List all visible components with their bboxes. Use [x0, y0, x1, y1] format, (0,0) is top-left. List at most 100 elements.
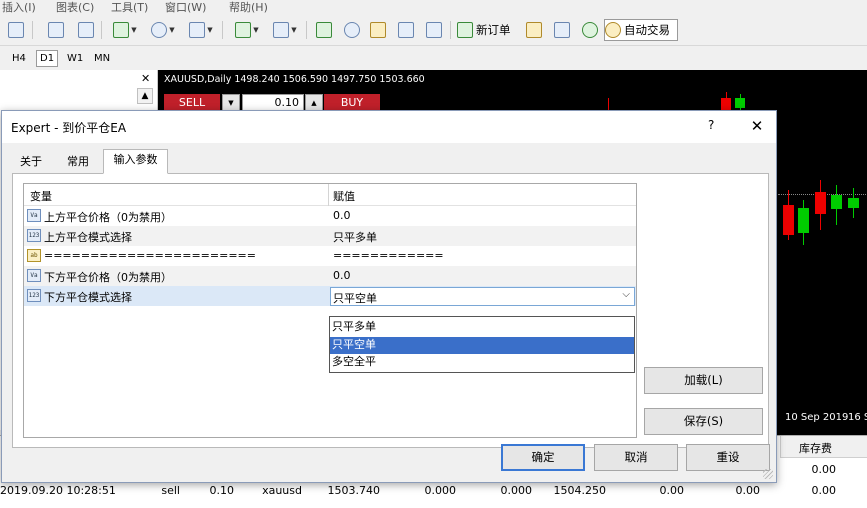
chart-title: XAUUSD,Daily 1498.240 1506.590 1497.750 … [164, 74, 425, 85]
terminal-header-swap[interactable]: 库存费 [780, 436, 867, 458]
favorites-button[interactable] [366, 19, 390, 41]
timeframe-d1[interactable]: D1 [36, 50, 59, 67]
signals-button[interactable] [578, 19, 602, 41]
param-name: 上方平仓价格（0为禁用） [44, 211, 172, 224]
param-value[interactable]: 只平多单 [333, 229, 377, 245]
clock-icon [151, 22, 168, 38]
menu-help[interactable]: 帮助(H) [229, 0, 268, 14]
ok-button[interactable]: 确定 [501, 444, 585, 471]
strategy-tester-button[interactable] [422, 19, 446, 41]
new-window-button[interactable]: ▼ [230, 19, 264, 41]
mode-select-value: 只平空单 [333, 292, 377, 305]
signal-icon [582, 22, 598, 38]
tab-inputs[interactable]: 输入参数 [103, 149, 168, 174]
account-button[interactable] [550, 19, 574, 41]
profiles-button[interactable] [4, 19, 28, 41]
horizontal-line-icon [78, 22, 94, 38]
param-value[interactable]: 0.0 [333, 209, 351, 222]
table-row[interactable]: ab ======================= ============ [24, 246, 636, 266]
magnifier-icon [426, 22, 442, 38]
new-order-button[interactable]: 新订单 [456, 19, 518, 41]
grid-header: 变量 赋值 [24, 184, 636, 206]
column-variable[interactable]: 变量 [30, 188, 52, 204]
table-row[interactable]: 123 上方平仓模式选择 只平多单 [24, 226, 636, 246]
mode-select[interactable]: 只平空单 ⌵ [330, 287, 635, 306]
vertical-line-icon [48, 22, 64, 38]
string-param-icon: ab [27, 249, 41, 262]
close-icon[interactable]: ✕ [745, 114, 769, 138]
windows-icon [273, 22, 290, 38]
save-button[interactable]: 保存(S) [644, 408, 763, 435]
auto-trading-button[interactable]: 自动交易 [604, 19, 678, 41]
param-name: 上方平仓模式选择 [44, 231, 132, 244]
navigator-button[interactable] [340, 19, 364, 41]
dropdown-option[interactable]: 只平多单 [330, 319, 634, 336]
order-type: sell [161, 484, 180, 497]
candle [848, 198, 859, 208]
menu-bar: 插入(I) 图表(C) 工具(T) 窗口(W) 帮助(H) [0, 0, 867, 14]
order-price: 1503.740 [327, 484, 381, 497]
dropdown-option-highlighted[interactable]: 只平空单 [330, 337, 634, 354]
param-value[interactable]: 0.0 [333, 269, 351, 282]
inputs-grid: 变量 赋值 Va 上方平仓价格（0为禁用） 0.0 123 上方平仓模式选择 只… [23, 183, 637, 438]
chevron-down-icon[interactable]: ⌵ [622, 289, 630, 300]
chart-bars-icon [8, 22, 24, 38]
market-watch-button[interactable] [312, 19, 336, 41]
new-chart-icon [235, 22, 252, 38]
cancel-button[interactable]: 取消 [594, 444, 678, 471]
resize-grip[interactable] [763, 469, 773, 479]
column-value[interactable]: 赋值 [333, 188, 355, 204]
chart-date-label: 16 S [848, 412, 867, 423]
new-order-icon [457, 22, 473, 38]
terminal-icon [398, 22, 414, 38]
star-icon [370, 22, 386, 38]
menu-charts[interactable]: 图表(C) [56, 0, 94, 14]
order-symbol: xauusd [262, 484, 302, 497]
order-commission: 0.00 [659, 484, 685, 497]
crosshair-button[interactable] [44, 19, 68, 41]
table-row-selected[interactable]: 123 下方平仓模式选择 只平空单 ⌵ [24, 286, 636, 306]
timeframe-w1[interactable]: W1 [63, 50, 87, 67]
navigator-close-icon[interactable]: ✕ [141, 72, 150, 85]
navigator-icon [344, 22, 360, 38]
mode-dropdown-list: 只平多单 只平空单 多空全平 [329, 316, 635, 373]
terminal-button[interactable] [394, 19, 418, 41]
menu-insert[interactable]: 插入(I) [2, 0, 36, 14]
tab-about[interactable]: 关于 [14, 151, 48, 173]
add-indicator-icon [113, 22, 130, 38]
window-arrange-button[interactable]: ▼ [268, 19, 302, 41]
tab-common[interactable]: 常用 [58, 151, 98, 173]
templates-button[interactable]: ▼ [184, 19, 218, 41]
reset-button[interactable]: 重设 [686, 444, 770, 471]
table-row[interactable]: Va 上方平仓价格（0为禁用） 0.0 [24, 206, 636, 226]
expert-dialog: Expert - 到价平仓EA ? ✕ 关于 常用 输入参数 变量 赋值 Va … [1, 110, 777, 483]
load-button[interactable]: 加载(L) [644, 367, 763, 394]
timeframe-h4[interactable]: H4 [8, 50, 30, 67]
order-profit: 0.00 [811, 484, 837, 497]
order-tp: 0.000 [500, 484, 533, 497]
new-order-label: 新订单 [476, 23, 511, 37]
table-row[interactable]: Va 下方平仓价格（0为禁用） 0.0 [24, 266, 636, 286]
order-swap: 0.00 [735, 484, 761, 497]
dialog-titlebar[interactable]: Expert - 到价平仓EA ? ✕ [2, 111, 776, 143]
double-param-icon: Va [27, 209, 41, 222]
chart-date-label: 10 Sep 2019 [785, 412, 849, 423]
order-current-price: 1504.250 [553, 484, 607, 497]
periods-button[interactable]: ▼ [146, 19, 180, 41]
metaeditor-button[interactable] [522, 19, 546, 41]
param-name: 下方平仓价格（0为禁用） [44, 271, 172, 284]
param-name: ======================= [44, 249, 256, 262]
enum-param-icon: 123 [27, 229, 41, 242]
column-divider[interactable] [328, 184, 329, 206]
menu-tools[interactable]: 工具(T) [111, 0, 148, 14]
param-value[interactable]: ============ [333, 249, 444, 262]
horizontal-line-button[interactable] [74, 19, 98, 41]
candle [735, 98, 745, 108]
candle [798, 208, 809, 233]
dropdown-option[interactable]: 多空全平 [330, 354, 634, 371]
indicators-button[interactable]: ▼ [108, 19, 142, 41]
timeframe-mn[interactable]: MN [90, 50, 114, 67]
help-icon[interactable]: ? [708, 118, 714, 132]
navigator-scroll-up[interactable]: ▲ [137, 88, 153, 104]
menu-window[interactable]: 窗口(W) [165, 0, 206, 14]
